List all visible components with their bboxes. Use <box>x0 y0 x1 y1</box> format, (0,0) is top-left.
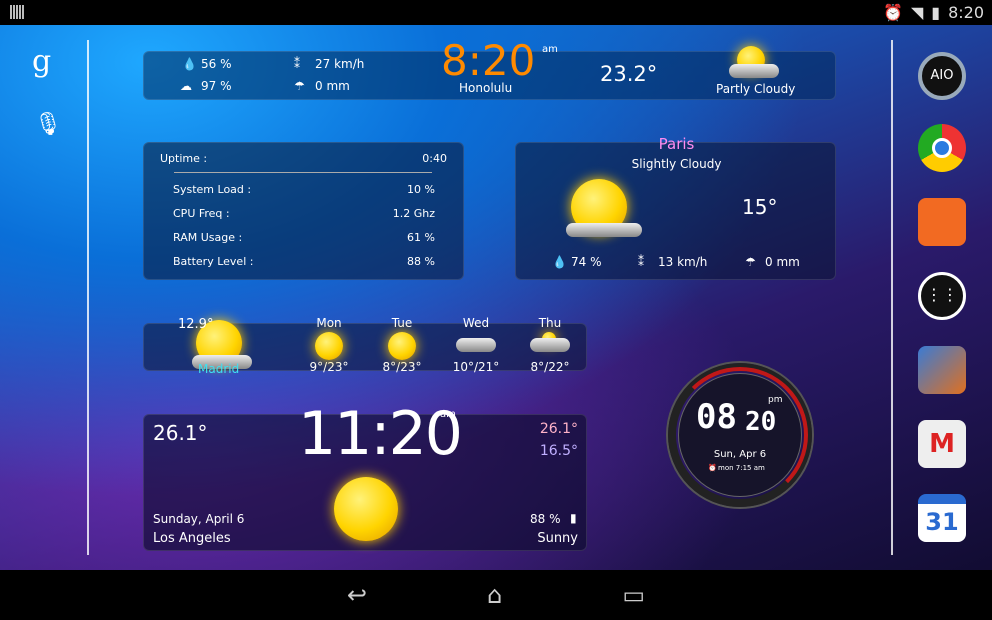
humidity-value: 56 % <box>201 57 232 71</box>
clock-date: Sun, Apr 6 <box>713 449 767 460</box>
humidity-value: 74 % <box>571 255 602 269</box>
microphone-icon[interactable]: 🎙 <box>34 112 62 137</box>
divider <box>891 40 893 555</box>
condition: Sunny <box>537 531 578 546</box>
la-time: 11:20 <box>298 399 463 469</box>
low-temp: 16.5° <box>539 443 578 459</box>
wifi-icon: ◥ <box>910 3 924 22</box>
city-name: Los Angeles <box>153 531 231 546</box>
umbrella-icon: ☂ <box>294 79 305 93</box>
aio-launcher-icon[interactable]: AIO <box>918 52 966 100</box>
status-time: 8:20 <box>948 3 984 22</box>
forecast-widget[interactable]: 12.9° Madrid Mon 9°/23° Tue 8°/23° Wed 10°/… <box>143 316 587 376</box>
cloud-icon: ☁ <box>180 79 192 93</box>
back-button[interactable]: ↩ <box>347 581 367 609</box>
analytics-icon[interactable] <box>918 198 966 246</box>
humidity-icon: 💧 <box>182 57 197 71</box>
home-button[interactable]: ⌂ <box>487 581 502 609</box>
paris-weather-widget[interactable]: Paris Slightly Cloudy 15° 💧 74 % ⁑ 13 km… <box>515 135 836 280</box>
madrid-city: Madrid <box>198 362 240 376</box>
alarm-icon: ⏰ <box>708 464 717 472</box>
stat-row: CPU Freq :1.2 Ghz <box>173 207 435 220</box>
temperature: 15° <box>742 195 778 219</box>
honolulu-time: 8:20 <box>441 36 536 85</box>
wind-icon: ⁑ <box>294 57 300 71</box>
forecast-day: Tue 8°/23° <box>382 316 422 374</box>
stat-row: RAM Usage :61 % <box>173 231 435 244</box>
humidity-icon: 💧 <box>552 255 567 269</box>
uptime-value: 0:40 <box>422 152 447 165</box>
navigation-bar: ↩ ⌂ ▭ <box>0 570 992 620</box>
clock-minute: 20 <box>745 407 777 437</box>
wind-icon: ⁑ <box>638 255 644 269</box>
chrome-icon[interactable] <box>918 124 966 172</box>
calendar-day: 31 <box>925 508 959 536</box>
app-drawer-icon[interactable]: ⋮⋮ <box>918 272 966 320</box>
cloud-value: 97 % <box>201 79 232 93</box>
uptime-label: Uptime : <box>160 152 208 165</box>
ampm: am <box>440 409 456 420</box>
alarm-icon: ⏰ <box>883 3 903 22</box>
forecast-day: Mon 9°/23° <box>309 316 349 374</box>
honolulu-weather-widget[interactable]: 💧 56 % ☁ 97 % ⁑ 27 km/h ☂ 0 mm 8:20 am H… <box>143 36 836 100</box>
wind-value: 13 km/h <box>658 255 708 269</box>
status-bar: ⏰ ◥ ▮ 8:20 <box>0 0 992 25</box>
umbrella-icon: ☂ <box>745 255 756 269</box>
clock-hour: 08 <box>696 397 737 437</box>
stat-row: Battery Level :88 % <box>173 255 435 268</box>
notification-icon <box>10 5 24 19</box>
window-manager-icon[interactable] <box>918 346 966 394</box>
madrid-temp: 12.9° <box>178 317 214 332</box>
recent-apps-button[interactable]: ▭ <box>622 581 645 609</box>
round-clock-widget[interactable]: 08 20 pm Sun, Apr 6 ⏰ mon 7:15 am <box>650 345 830 525</box>
condition: Slightly Cloudy <box>631 157 722 171</box>
gmail-icon[interactable]: M <box>918 420 966 468</box>
ampm: pm <box>768 395 783 405</box>
date: Sunday, April 6 <box>153 512 245 526</box>
forecast-day: Thu 8°/22° <box>530 316 570 374</box>
current-temp: 26.1° <box>153 421 208 445</box>
los-angeles-clock-widget[interactable]: 26.1° 11:20 am 26.1° 16.5° Sunday, April… <box>143 399 587 551</box>
sunny-icon <box>334 477 398 541</box>
rain-value: 0 mm <box>315 79 350 93</box>
rain-value: 0 mm <box>765 255 800 269</box>
calendar-icon[interactable]: 31 <box>918 494 966 542</box>
google-search-icon[interactable]: g <box>32 44 51 79</box>
battery-value: 88 % <box>530 512 561 526</box>
stat-row: System Load :10 % <box>173 183 435 196</box>
next-alarm: mon 7:15 am <box>718 464 765 472</box>
temperature: 23.2° <box>600 62 658 86</box>
system-info-widget[interactable]: Uptime : 0:40 System Load :10 % CPU Freq… <box>143 142 464 280</box>
wind-value: 27 km/h <box>315 57 365 71</box>
battery-charging-icon: ▮ <box>931 3 941 22</box>
condition: Partly Cloudy <box>716 82 796 96</box>
city-name: Honolulu <box>459 81 513 95</box>
divider <box>87 40 89 555</box>
battery-icon: ▮ <box>570 511 577 525</box>
city-name: Paris <box>658 135 695 153</box>
high-temp: 26.1° <box>539 421 578 437</box>
ampm: am <box>542 44 558 55</box>
forecast-day: Wed 10°/21° <box>452 316 500 374</box>
